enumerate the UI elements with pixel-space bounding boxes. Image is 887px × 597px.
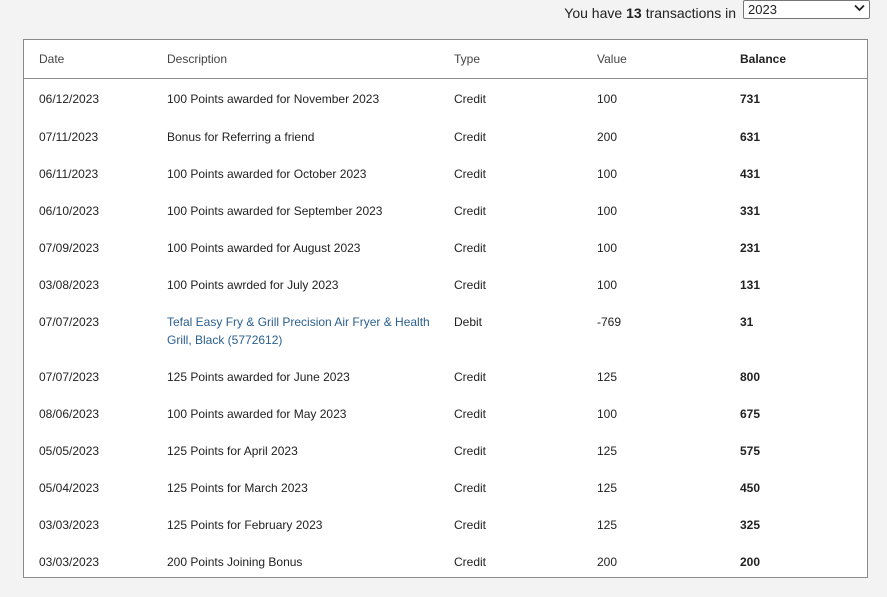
cell-description: 100 Points awarded for August 2023 bbox=[167, 240, 361, 255]
cell-value: 100 bbox=[597, 166, 618, 181]
cell-balance: 431 bbox=[740, 166, 761, 181]
chevron-down-icon bbox=[854, 4, 865, 15]
cell-date: 06/10/2023 bbox=[39, 203, 100, 218]
transactions-table: Date Description Type Value Balance 06/1… bbox=[24, 40, 867, 578]
cell-value: 125 bbox=[597, 480, 618, 495]
cell-value: 100 bbox=[597, 240, 618, 255]
cell-value: 200 bbox=[597, 554, 618, 569]
cell-type: Credit bbox=[454, 443, 487, 458]
table-row: 06/12/2023 100 Points awarded for Novembe… bbox=[24, 79, 867, 116]
cell-type: Credit bbox=[454, 92, 487, 106]
cell-description: 125 Points for February 2023 bbox=[167, 517, 323, 532]
cell-balance: 731 bbox=[740, 92, 761, 106]
cell-type: Credit bbox=[454, 166, 487, 181]
cell-date: 07/11/2023 bbox=[39, 129, 99, 144]
cell-type: Credit bbox=[454, 406, 487, 421]
cell-date: 07/07/2023 bbox=[39, 314, 100, 329]
cell-description: Bonus for Referring a friend bbox=[167, 129, 315, 144]
cell-date: 08/06/2023 bbox=[39, 406, 100, 421]
cell-balance: 331 bbox=[740, 203, 761, 218]
table-row: 03/08/2023 100 Points awrded for July 202… bbox=[24, 264, 867, 301]
table-header-row: Date Description Type Value Balance bbox=[24, 40, 867, 79]
table-row: 03/03/2023 125 Points for February 2023 Cr… bbox=[24, 504, 867, 541]
cell-description: 125 Points for March 2023 bbox=[167, 480, 308, 495]
table-row: 03/03/2023 200 Points Joining Bonus Credit… bbox=[24, 541, 867, 578]
cell-value: 100 bbox=[597, 277, 618, 292]
cell-description: 125 Points awarded for June 2023 bbox=[167, 369, 350, 384]
cell-value: 125 bbox=[597, 369, 618, 384]
transactions-panel: Date Description Type Value Balance 06/1… bbox=[23, 39, 868, 578]
cell-balance: 325 bbox=[740, 517, 761, 532]
cell-date: 03/03/2023 bbox=[39, 517, 100, 532]
table-row: 06/10/2023 100 Points awarded for Septemb… bbox=[24, 190, 867, 227]
cell-type: Credit bbox=[454, 554, 487, 569]
cell-balance: 575 bbox=[740, 443, 761, 458]
cell-type: Credit bbox=[454, 480, 487, 495]
cell-description: 100 Points awarded for November 2023 bbox=[167, 92, 380, 106]
table-row: 05/04/2023 125 Points for March 2023 Credi… bbox=[24, 467, 867, 504]
cell-date: 03/03/2023 bbox=[39, 554, 100, 569]
table-row: 06/11/2023 100 Points awarded for October… bbox=[24, 153, 867, 190]
cell-type: Credit bbox=[454, 129, 487, 144]
cell-value: 100 bbox=[597, 406, 618, 421]
cell-type: Credit bbox=[454, 203, 487, 218]
column-header-balance: Balance bbox=[740, 40, 867, 79]
cell-value: 100 bbox=[597, 203, 618, 218]
transactions-summary: You have 13 transactions in 2023 bbox=[564, 0, 870, 26]
column-header-type: Type bbox=[454, 40, 597, 79]
column-header-date: Date bbox=[24, 40, 167, 79]
cell-balance: 31 bbox=[740, 314, 754, 329]
cell-balance: 800 bbox=[740, 369, 761, 384]
cell-description: 100 Points awarded for October 2023 bbox=[167, 166, 367, 181]
year-select-value: 2023 bbox=[748, 1, 777, 17]
table-row: 05/05/2023 125 Points for April 2023 Credi… bbox=[24, 430, 867, 467]
summary-suffix: transactions in bbox=[645, 5, 736, 21]
table-row: 07/07/2023 125 Points awarded for June 20… bbox=[24, 356, 867, 393]
cell-type: Credit bbox=[454, 277, 487, 292]
product-link[interactable]: Tefal Easy Fry & Grill Precision Air Fry… bbox=[167, 315, 430, 347]
cell-type: Credit bbox=[454, 369, 487, 384]
cell-date: 05/04/2023 bbox=[39, 480, 100, 495]
cell-description: 100 Points awarded for May 2023 bbox=[167, 406, 347, 421]
cell-type: Credit bbox=[454, 517, 487, 532]
cell-date: 05/05/2023 bbox=[39, 443, 100, 458]
cell-value: 125 bbox=[597, 517, 618, 532]
column-header-value: Value bbox=[597, 40, 740, 79]
table-row: 08/06/2023 100 Points awarded for May 202… bbox=[24, 393, 867, 430]
cell-description: Tefal Easy Fry & Grill Precision Air Fry… bbox=[167, 301, 454, 356]
cell-value: 125 bbox=[597, 443, 618, 458]
cell-date: 06/12/2023 bbox=[39, 92, 100, 106]
column-header-description: Description bbox=[167, 40, 454, 79]
cell-balance: 131 bbox=[740, 277, 761, 292]
cell-balance: 200 bbox=[740, 554, 761, 569]
table-row: 07/11/2023 Bonus for Referring a friend Cr… bbox=[24, 116, 867, 153]
cell-description: 100 Points awarded for September 2023 bbox=[167, 203, 383, 218]
cell-date: 07/07/2023 bbox=[39, 369, 100, 384]
table-row: 07/07/2023 Tefal Easy Fry & Grill Precisi… bbox=[24, 301, 867, 356]
summary-prefix: You have bbox=[564, 5, 623, 21]
transaction-count: 13 bbox=[626, 5, 642, 21]
cell-balance: 450 bbox=[740, 480, 761, 495]
cell-value: 100 bbox=[597, 92, 618, 106]
cell-date: 07/09/2023 bbox=[39, 240, 100, 255]
cell-date: 06/11/2023 bbox=[39, 166, 99, 181]
cell-balance: 675 bbox=[740, 406, 761, 421]
cell-description: 100 Points awrded for July 2023 bbox=[167, 277, 339, 292]
cell-type: Debit bbox=[454, 314, 483, 329]
cell-description: 125 Points for April 2023 bbox=[167, 443, 298, 458]
cell-description: 200 Points Joining Bonus bbox=[167, 554, 303, 569]
cell-value: -769 bbox=[597, 314, 622, 329]
cell-balance: 631 bbox=[740, 129, 761, 144]
cell-balance: 231 bbox=[740, 240, 761, 255]
cell-date: 03/08/2023 bbox=[39, 277, 100, 292]
cell-type: Credit bbox=[454, 240, 487, 255]
year-select[interactable]: 2023 bbox=[743, 0, 870, 19]
cell-value: 200 bbox=[597, 129, 618, 144]
table-row: 07/09/2023 100 Points awarded for August … bbox=[24, 227, 867, 264]
